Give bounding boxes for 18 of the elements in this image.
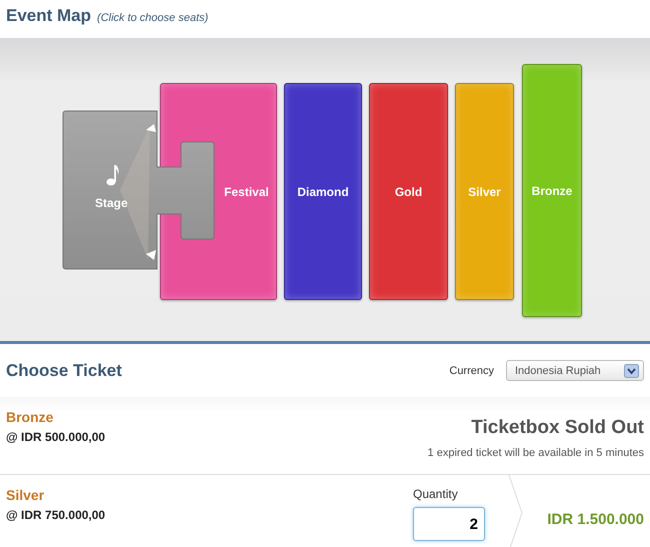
- ticket-name: Bronze: [6, 409, 54, 425]
- hint-text: (Click to choose seats): [97, 12, 208, 24]
- currency-dropdown[interactable]: Indonesia Rupiah: [506, 360, 644, 381]
- ticket-price: @ IDR 500.000,00: [6, 430, 106, 444]
- availability-note: 1 expired ticket will be available in 5 minutes: [428, 447, 644, 459]
- seat-zone[interactable]: Gold: [369, 83, 448, 300]
- currency-label: Currency: [449, 364, 494, 376]
- ticket-price: @ IDR 750.000,00: [6, 508, 106, 522]
- total-price: IDR 1.500.000: [546, 510, 644, 528]
- quantity-field[interactable]: 2: [413, 507, 485, 541]
- sold-out-text: Ticketbox Sold Out: [471, 417, 644, 439]
- section-title: Choose Ticket: [6, 360, 122, 380]
- quantity-label: Quantity: [413, 487, 459, 501]
- section-title: Event Map: [6, 6, 92, 26]
- seat-zone[interactable]: Diamond: [284, 83, 362, 300]
- music-note-icon: [106, 164, 120, 186]
- stage-label: Stage: [95, 196, 128, 210]
- ticket-name: Silver: [6, 487, 46, 503]
